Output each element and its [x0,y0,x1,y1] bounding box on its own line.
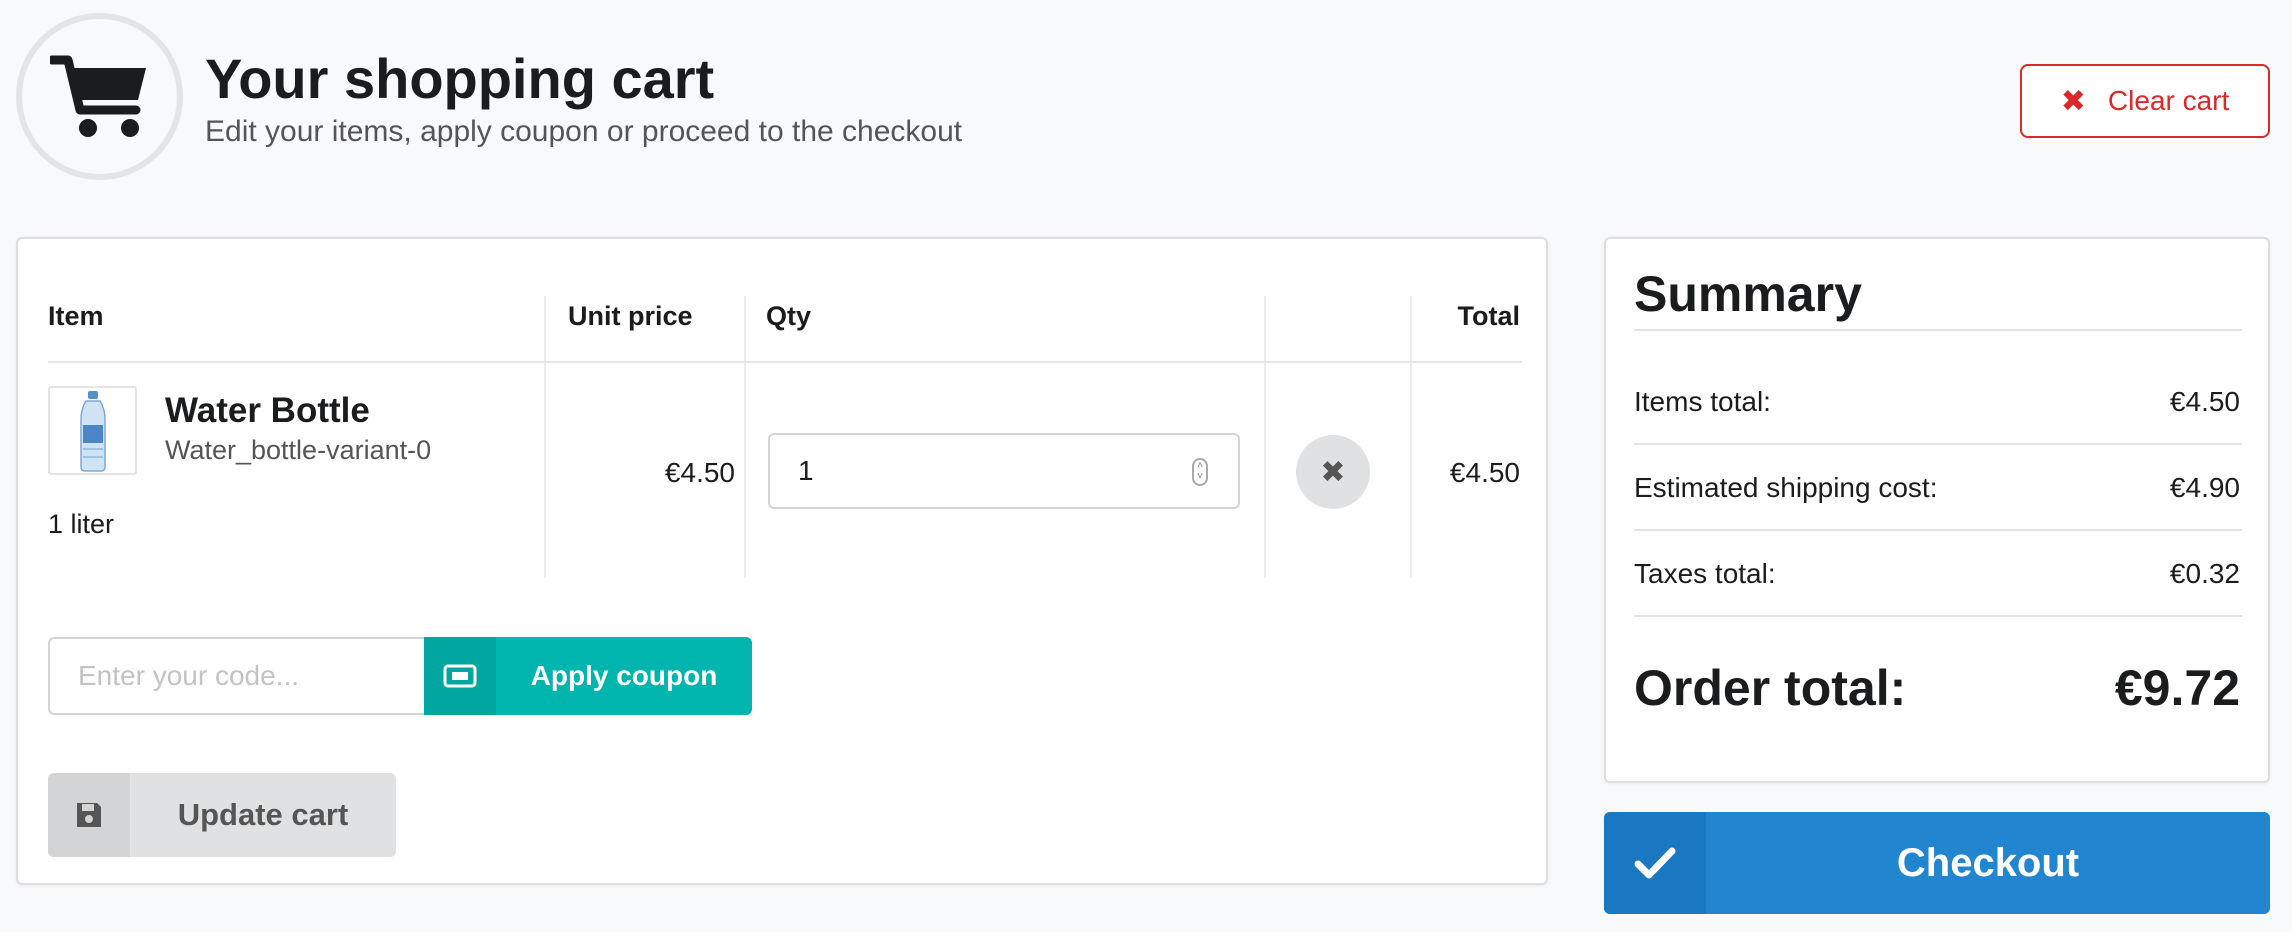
order-total-label: Order total: [1634,660,1907,716]
checkmark-icon [1604,812,1706,914]
page-title: Your shopping cart [205,47,715,110]
remove-item-button[interactable]: ✖ [1296,435,1370,509]
items-total-label: Items total: [1634,386,1771,417]
update-cart-button[interactable]: Update cart [48,773,396,857]
column-header-total: Total [1457,301,1521,331]
summary-divider [1634,329,2242,331]
column-divider [1410,296,1412,578]
column-divider [744,296,746,578]
shopping-cart-icon [49,55,146,137]
page-subtitle: Edit your items, apply coupon or proceed… [205,115,963,148]
cart-panel: Item Unit price Qty Total Water Bottle W… [16,237,1548,885]
summary-panel: Summary Items total: €4.50 Estimated shi… [1604,237,2270,783]
unit-price: €4.50 [664,457,735,488]
row-total: €4.50 [1449,457,1520,488]
product-thumbnail[interactable] [48,386,137,475]
taxes-total-value: €0.32 [2169,558,2240,589]
ticket-icon [424,637,496,715]
summary-divider [1634,443,2242,445]
clear-cart-label: Clear cart [2107,85,2230,116]
column-divider [544,296,546,578]
water-bottle-image [79,390,106,472]
checkout-button[interactable]: Checkout [1604,812,2270,914]
cart-header-icon-circle [16,13,183,180]
save-icon [48,773,130,857]
product-name[interactable]: Water Bottle [165,391,370,431]
header-divider [48,361,1522,363]
summary-divider [1634,529,2242,531]
summary-title: Summary [1634,266,1862,322]
items-total-value: €4.50 [2169,386,2240,417]
update-cart-label: Update cart [177,797,349,832]
shipping-cost-value: €4.90 [2169,472,2240,503]
column-header-unit-price: Unit price [568,301,693,331]
coupon-code-input[interactable] [48,637,428,715]
product-option: 1 liter [48,509,115,539]
taxes-total-label: Taxes total: [1634,558,1776,589]
order-total-value: €9.72 [2114,660,2240,716]
shipping-cost-label: Estimated shipping cost: [1634,472,1938,503]
product-variant: Water_bottle-variant-0 [165,435,432,465]
apply-coupon-label: Apply coupon [530,660,718,691]
column-header-qty: Qty [766,301,812,331]
column-header-item: Item [48,301,104,331]
quantity-value: 1 [798,455,814,486]
checkout-label: Checkout [1896,840,2080,885]
column-divider [1264,296,1266,578]
quantity-stepper-icon[interactable]: ˄ ˅ [1192,458,1208,486]
clear-cart-button[interactable]: ✖ Clear cart [2020,64,2270,138]
quantity-input[interactable]: 1 ˄ ˅ [768,433,1240,509]
close-icon: ✖ [2060,84,2086,118]
apply-coupon-button[interactable]: Apply coupon [424,637,752,715]
close-icon: ✖ [1320,455,1346,489]
summary-divider [1634,615,2242,617]
